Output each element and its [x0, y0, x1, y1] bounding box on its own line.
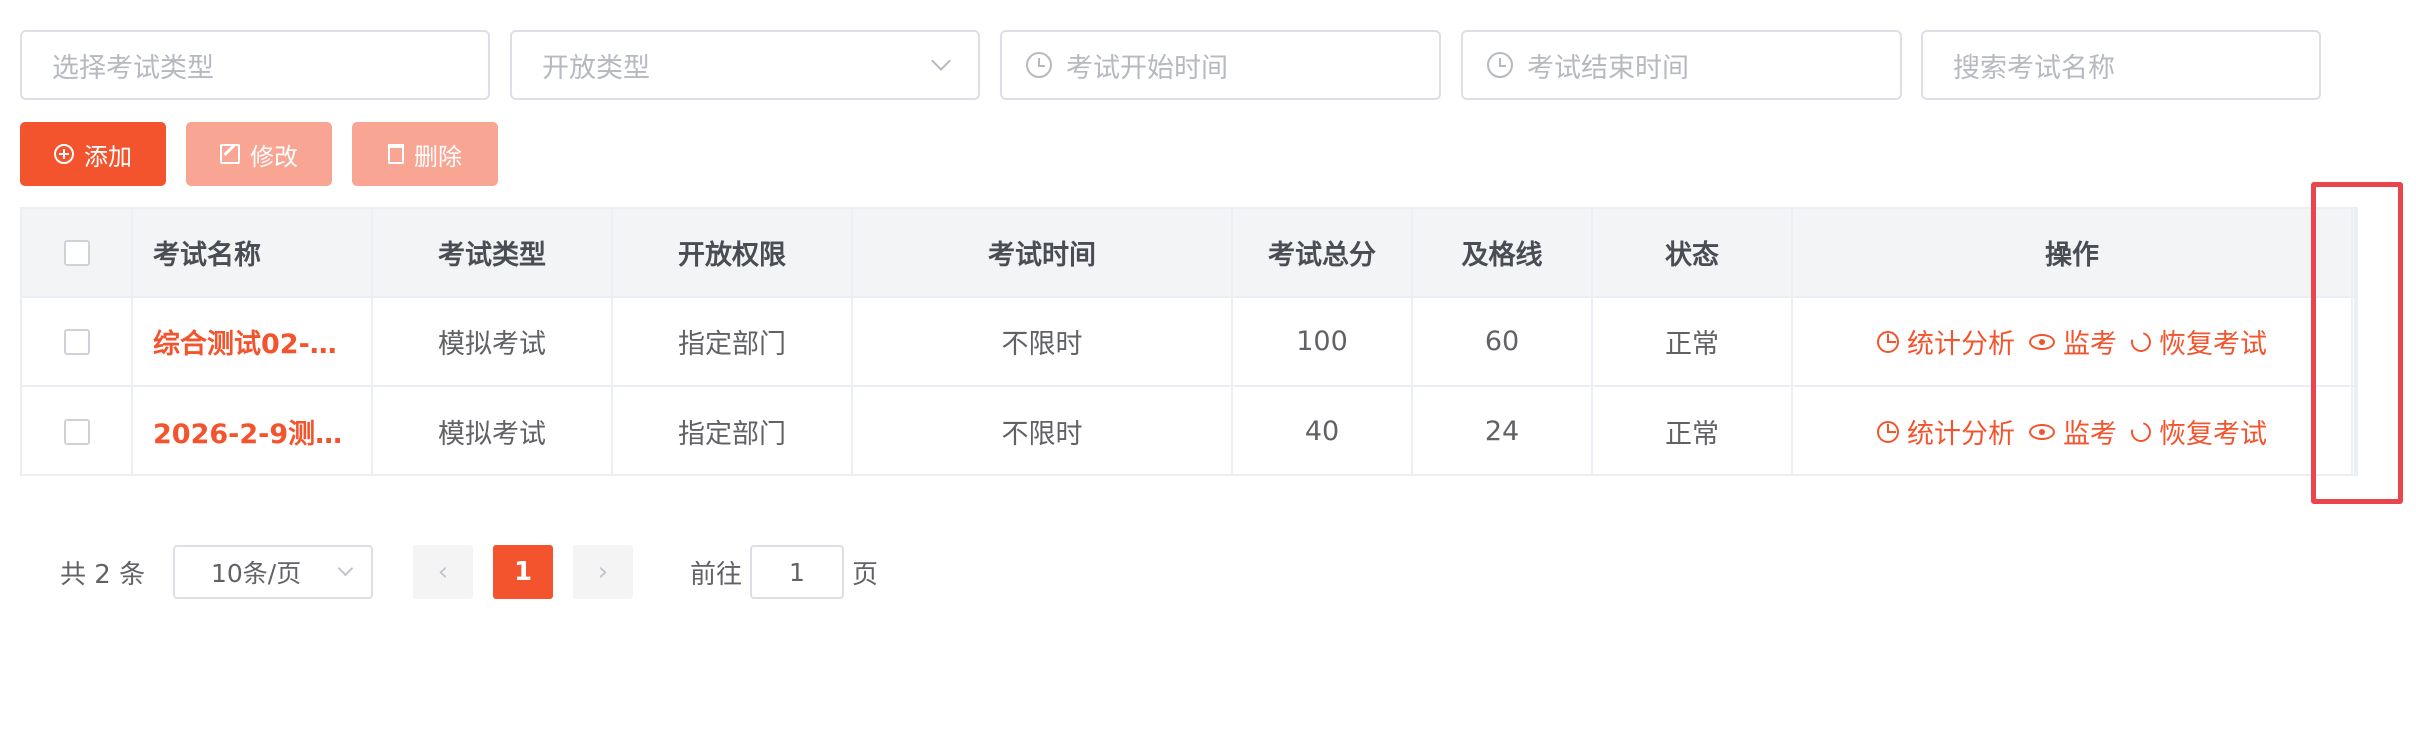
end-time-picker[interactable]: 考试结束时间 — [1461, 30, 1902, 100]
total-score-cell: 100 — [1233, 298, 1413, 385]
monitor-label: 监考 — [2063, 329, 2117, 360]
header-permission: 开放权限 — [613, 209, 853, 296]
restore-label: 恢复考试 — [2159, 329, 2267, 360]
exam-name-link[interactable]: 综合测试02-… — [153, 322, 337, 361]
search-exam-name-input[interactable]: 搜索考试名称 — [1921, 30, 2321, 100]
plus-circle-icon — [54, 144, 74, 164]
pie-chart-icon — [1877, 420, 1899, 443]
restore-link[interactable]: 恢复考试 — [2127, 322, 2267, 361]
row-checkbox[interactable] — [63, 418, 90, 445]
table-row[interactable]: 综合测试02-… 模拟考试 指定部门 不限时 100 60 正常 统计分析 监考… — [22, 298, 2356, 387]
header-ops: 操作 — [1793, 209, 2353, 296]
pass-line-cell: 24 — [1413, 387, 1593, 476]
eye-icon — [2029, 333, 2055, 350]
header-type: 考试类型 — [373, 209, 613, 296]
trash-icon — [388, 144, 404, 164]
total-score-cell: 40 — [1233, 387, 1413, 476]
header-name: 考试名称 — [133, 209, 373, 296]
monitor-label: 监考 — [2063, 419, 2117, 450]
stats-link[interactable]: 统计分析 — [1877, 412, 2015, 451]
row-checkbox-cell — [22, 387, 133, 476]
page-size-select[interactable]: 10条/页 — [173, 545, 373, 599]
edit-label: 修改 — [250, 142, 298, 171]
status-cell: 正常 — [1593, 387, 1793, 476]
header-checkbox-cell — [22, 209, 133, 296]
ops-cell: 统计分析 监考 恢复考试 — [1793, 387, 2353, 476]
header-status: 状态 — [1593, 209, 1793, 296]
header-pass: 及格线 — [1413, 209, 1593, 296]
refresh-icon — [2127, 417, 2155, 446]
goto-page-input[interactable]: 1 — [750, 545, 844, 599]
header-time: 考试时间 — [853, 209, 1233, 296]
header-total: 考试总分 — [1233, 209, 1413, 296]
exam-type-placeholder: 选择考试类型 — [52, 52, 214, 84]
edit-icon — [220, 144, 240, 164]
exam-name-cell: 2026-2-9测… — [133, 387, 373, 476]
exam-name-link[interactable]: 2026-2-9测… — [153, 412, 342, 451]
stats-label: 统计分析 — [1907, 329, 2015, 360]
edit-button[interactable]: 修改 — [186, 122, 332, 186]
row-checkbox-cell — [22, 298, 133, 385]
stats-label: 统计分析 — [1907, 419, 2015, 450]
start-time-placeholder: 考试开始时间 — [1066, 52, 1228, 84]
pass-line-cell: 60 — [1413, 298, 1593, 385]
add-button[interactable]: 添加 — [20, 122, 166, 186]
goto-suffix: 页 — [852, 559, 879, 590]
clock-icon — [1026, 52, 1052, 78]
chevron-down-icon — [337, 560, 354, 576]
exam-time-cell: 不限时 — [853, 387, 1233, 476]
table-header-row: 考试名称 考试类型 开放权限 考试时间 考试总分 及格线 状态 操作 — [22, 209, 2356, 298]
eye-icon — [2029, 423, 2055, 440]
start-time-picker[interactable]: 考试开始时间 — [1000, 30, 1441, 100]
exam-table: 考试名称 考试类型 开放权限 考试时间 考试总分 及格线 状态 操作 综合测试0… — [20, 207, 2358, 476]
clock-icon — [1487, 52, 1513, 78]
open-type-placeholder: 开放类型 — [542, 52, 650, 84]
search-placeholder: 搜索考试名称 — [1953, 52, 2115, 84]
exam-type-select[interactable]: 选择考试类型 — [20, 30, 490, 100]
table-row[interactable]: 2026-2-9测… 模拟考试 指定部门 不限时 40 24 正常 统计分析 监… — [22, 387, 2356, 476]
permission-cell: 指定部门 — [613, 387, 853, 476]
chevron-down-icon — [931, 51, 951, 71]
restore-link[interactable]: 恢复考试 — [2127, 412, 2267, 451]
goto-label: 前往 — [690, 559, 743, 590]
exam-type-cell: 模拟考试 — [373, 298, 613, 385]
row-checkbox[interactable] — [63, 328, 90, 355]
current-page-button[interactable]: 1 — [493, 545, 553, 599]
refresh-icon — [2127, 327, 2155, 356]
restore-label: 恢复考试 — [2159, 419, 2267, 450]
delete-button[interactable]: 删除 — [352, 122, 498, 186]
prev-page-button[interactable]: ‹ — [413, 545, 473, 599]
monitor-link[interactable]: 监考 — [2029, 322, 2117, 361]
add-label: 添加 — [84, 142, 132, 171]
end-time-placeholder: 考试结束时间 — [1527, 52, 1689, 84]
select-all-checkbox[interactable] — [63, 239, 90, 266]
permission-cell: 指定部门 — [613, 298, 853, 385]
exam-name-cell: 综合测试02-… — [133, 298, 373, 385]
pie-chart-icon — [1877, 330, 1899, 353]
highlight-frame — [2311, 182, 2403, 504]
delete-label: 删除 — [414, 142, 462, 171]
status-cell: 正常 — [1593, 298, 1793, 385]
next-page-button[interactable]: › — [573, 545, 633, 599]
exam-type-cell: 模拟考试 — [373, 387, 613, 476]
page-size-value: 10条/页 — [211, 559, 302, 588]
monitor-link[interactable]: 监考 — [2029, 412, 2117, 451]
pagination-total: 共 2 条 — [60, 559, 146, 590]
exam-time-cell: 不限时 — [853, 298, 1233, 385]
open-type-select[interactable]: 开放类型 — [510, 30, 980, 100]
stats-link[interactable]: 统计分析 — [1877, 322, 2015, 361]
ops-cell: 统计分析 监考 恢复考试 — [1793, 298, 2353, 385]
